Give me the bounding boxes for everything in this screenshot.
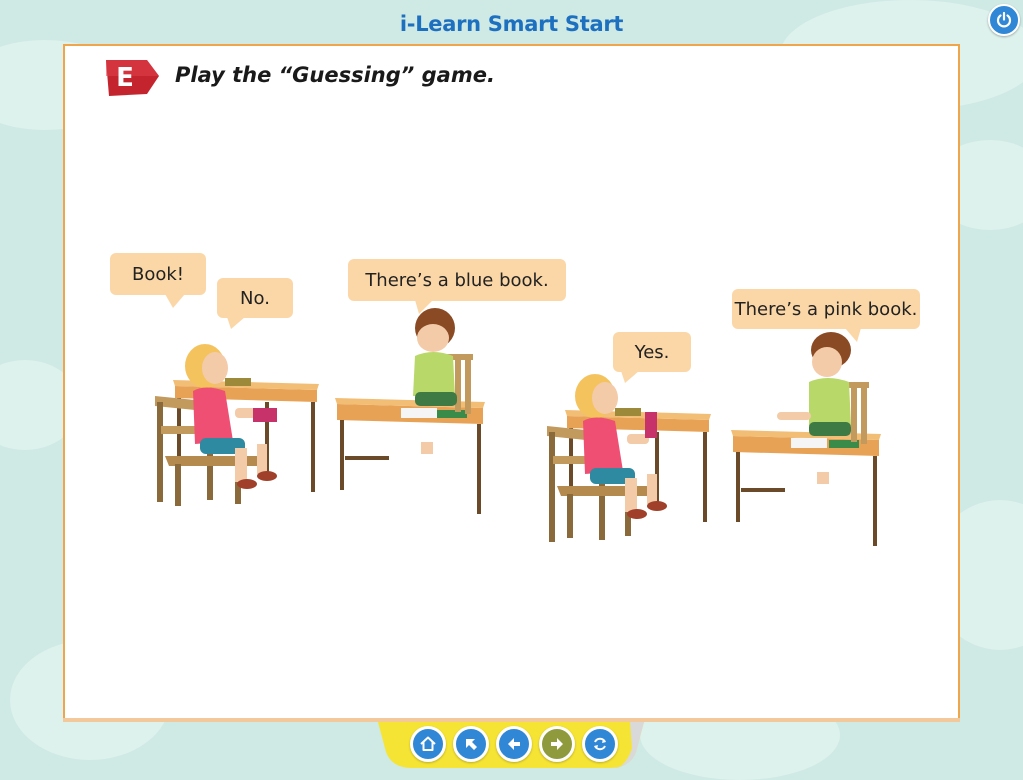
refresh-button[interactable] <box>582 726 618 762</box>
activity-panel: E Play the “Guessing” game. Book! No. Th… <box>63 44 960 720</box>
arrow-left-icon <box>508 738 520 750</box>
classroom-illustration <box>155 308 881 546</box>
speech-bubble-tail <box>227 317 245 329</box>
speech-bubble: There’s a blue book. <box>348 259 566 301</box>
menu-button[interactable] <box>453 726 489 762</box>
speech-bubble-tail <box>621 371 639 383</box>
back-button[interactable] <box>496 726 532 762</box>
speech-bubble-tail <box>165 294 185 308</box>
right-front-desk <box>731 430 881 546</box>
next-button[interactable] <box>539 726 575 762</box>
speech-bubble-tail <box>415 300 433 314</box>
speech-bubble-text: No. <box>240 287 270 309</box>
power-button[interactable] <box>988 4 1020 36</box>
speech-bubble: No. <box>217 278 293 318</box>
home-icon <box>420 736 436 751</box>
speech-bubble: There’s a pink book. <box>732 289 920 329</box>
speech-bubble-text: Yes. <box>634 341 670 363</box>
left-front-desk <box>335 398 485 514</box>
refresh-icon <box>594 737 606 751</box>
speech-bubble-text: There’s a blue book. <box>365 269 549 291</box>
speech-bubble-text: Book! <box>131 263 184 285</box>
left-girl-character <box>185 344 277 489</box>
home-button[interactable] <box>410 726 446 762</box>
app-title: i-Learn Smart Start <box>399 12 624 36</box>
right-girl-character <box>575 374 667 519</box>
speech-bubble-text: There’s a pink book. <box>734 298 918 320</box>
arrow-up-left-icon <box>466 739 477 750</box>
speech-bubble: Book! <box>110 253 206 295</box>
right-boy-character <box>777 332 869 484</box>
speech-bubble-tail <box>845 328 861 342</box>
power-icon <box>996 11 1012 28</box>
speech-bubble: Yes. <box>613 332 691 372</box>
left-boy-character <box>413 308 473 454</box>
arrow-right-icon <box>551 738 563 750</box>
